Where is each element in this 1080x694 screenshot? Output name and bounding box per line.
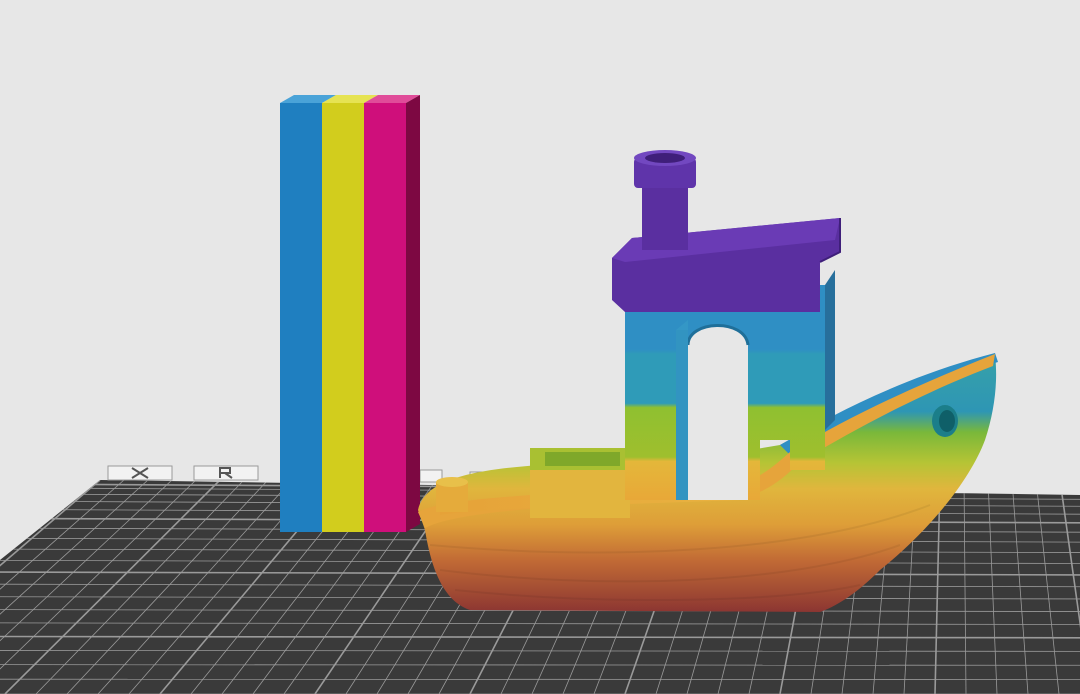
boat-bollard [436,477,468,512]
x-icon [107,465,173,481]
tower-stripe [322,103,364,532]
tower-stripe [280,103,322,532]
tower-side-face [406,95,420,532]
boat-chimney [634,150,696,250]
purge-tower[interactable] [280,95,420,532]
scene [0,95,1080,694]
benchy-boat[interactable] [418,150,998,612]
tower-stripe [364,103,406,532]
r-icon [193,465,259,481]
hawse-hole [932,405,958,437]
boat-rear-box [530,448,630,518]
3d-viewport[interactable] [0,0,1080,694]
